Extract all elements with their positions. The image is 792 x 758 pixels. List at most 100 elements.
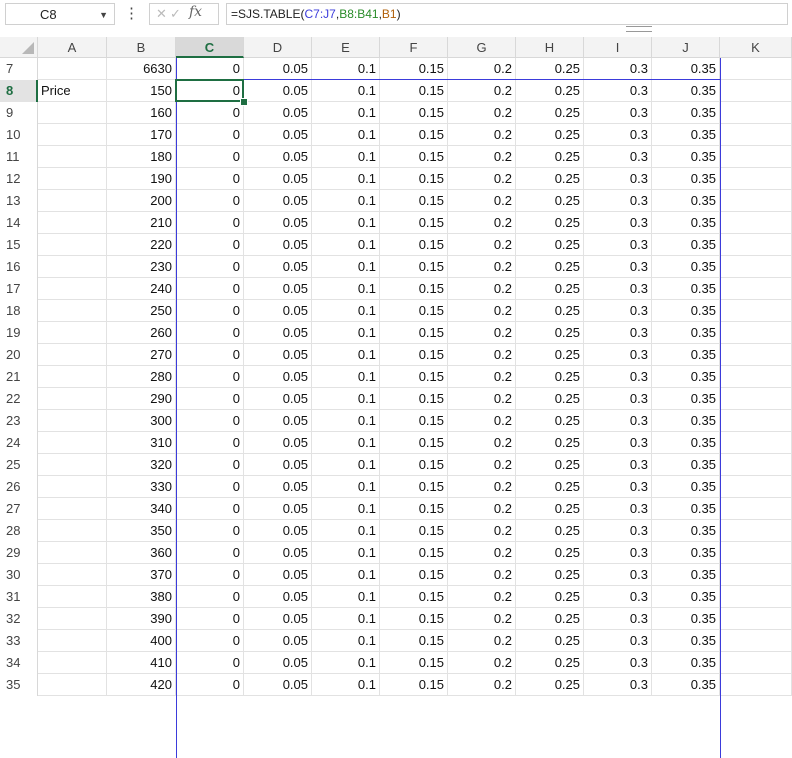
cell-e25[interactable]: 0.1 xyxy=(312,454,380,476)
cell-b35[interactable]: 420 xyxy=(107,674,176,696)
cell-d20[interactable]: 0.05 xyxy=(244,344,312,366)
cell-h29[interactable]: 0.25 xyxy=(516,542,584,564)
cell-g16[interactable]: 0.2 xyxy=(448,256,516,278)
cell-j27[interactable]: 0.35 xyxy=(652,498,720,520)
cell-d10[interactable]: 0.05 xyxy=(244,124,312,146)
cell-d17[interactable]: 0.05 xyxy=(244,278,312,300)
column-header-e[interactable]: E xyxy=(312,37,380,58)
cell-a14[interactable] xyxy=(38,212,107,234)
cell-d9[interactable]: 0.05 xyxy=(244,102,312,124)
column-header-j[interactable]: J xyxy=(652,37,720,58)
cell-h30[interactable]: 0.25 xyxy=(516,564,584,586)
cell-h16[interactable]: 0.25 xyxy=(516,256,584,278)
close-icon[interactable]: ✕ xyxy=(156,6,167,22)
cell-a33[interactable] xyxy=(38,630,107,652)
cell-k9[interactable] xyxy=(720,102,792,124)
cell-c28[interactable]: 0 xyxy=(176,520,244,542)
cell-a9[interactable] xyxy=(38,102,107,124)
cell-i8[interactable]: 0.3 xyxy=(584,80,652,102)
cell-e20[interactable]: 0.1 xyxy=(312,344,380,366)
cell-j8[interactable]: 0.35 xyxy=(652,80,720,102)
cell-i22[interactable]: 0.3 xyxy=(584,388,652,410)
cell-k31[interactable] xyxy=(720,586,792,608)
cell-g28[interactable]: 0.2 xyxy=(448,520,516,542)
fill-handle[interactable] xyxy=(240,98,248,106)
cell-e35[interactable]: 0.1 xyxy=(312,674,380,696)
row-header[interactable]: 15 xyxy=(0,234,38,256)
cell-c23[interactable]: 0 xyxy=(176,410,244,432)
cell-f8[interactable]: 0.15 xyxy=(380,80,448,102)
cell-d31[interactable]: 0.05 xyxy=(244,586,312,608)
cell-d26[interactable]: 0.05 xyxy=(244,476,312,498)
cell-i23[interactable]: 0.3 xyxy=(584,410,652,432)
cell-c16[interactable]: 0 xyxy=(176,256,244,278)
cell-g32[interactable]: 0.2 xyxy=(448,608,516,630)
cell-e24[interactable]: 0.1 xyxy=(312,432,380,454)
cell-j23[interactable]: 0.35 xyxy=(652,410,720,432)
cell-h8[interactable]: 0.25 xyxy=(516,80,584,102)
cell-b31[interactable]: 380 xyxy=(107,586,176,608)
cell-d19[interactable]: 0.05 xyxy=(244,322,312,344)
cell-i32[interactable]: 0.3 xyxy=(584,608,652,630)
cell-k15[interactable] xyxy=(720,234,792,256)
cell-j32[interactable]: 0.35 xyxy=(652,608,720,630)
cell-f35[interactable]: 0.15 xyxy=(380,674,448,696)
cell-k29[interactable] xyxy=(720,542,792,564)
cell-h10[interactable]: 0.25 xyxy=(516,124,584,146)
cell-h33[interactable]: 0.25 xyxy=(516,630,584,652)
cell-i21[interactable]: 0.3 xyxy=(584,366,652,388)
row-header[interactable]: 9 xyxy=(0,102,38,124)
cell-a8[interactable]: Price xyxy=(38,80,107,102)
cell-d8[interactable]: 0.05 xyxy=(244,80,312,102)
cell-j25[interactable]: 0.35 xyxy=(652,454,720,476)
column-header-a[interactable]: A xyxy=(38,37,107,58)
cell-k20[interactable] xyxy=(720,344,792,366)
cell-b19[interactable]: 260 xyxy=(107,322,176,344)
cell-g20[interactable]: 0.2 xyxy=(448,344,516,366)
cell-i15[interactable]: 0.3 xyxy=(584,234,652,256)
cell-e29[interactable]: 0.1 xyxy=(312,542,380,564)
cell-e13[interactable]: 0.1 xyxy=(312,190,380,212)
column-header-f[interactable]: F xyxy=(380,37,448,58)
cell-j28[interactable]: 0.35 xyxy=(652,520,720,542)
cell-i27[interactable]: 0.3 xyxy=(584,498,652,520)
cell-k13[interactable] xyxy=(720,190,792,212)
cell-a34[interactable] xyxy=(38,652,107,674)
cell-j16[interactable]: 0.35 xyxy=(652,256,720,278)
cell-i34[interactable]: 0.3 xyxy=(584,652,652,674)
cell-d15[interactable]: 0.05 xyxy=(244,234,312,256)
resize-grip-icon[interactable] xyxy=(626,26,652,32)
cell-b20[interactable]: 270 xyxy=(107,344,176,366)
cell-e26[interactable]: 0.1 xyxy=(312,476,380,498)
cell-f9[interactable]: 0.15 xyxy=(380,102,448,124)
cell-b12[interactable]: 190 xyxy=(107,168,176,190)
cell-h22[interactable]: 0.25 xyxy=(516,388,584,410)
cell-h35[interactable]: 0.25 xyxy=(516,674,584,696)
cell-f30[interactable]: 0.15 xyxy=(380,564,448,586)
cell-f14[interactable]: 0.15 xyxy=(380,212,448,234)
cell-e10[interactable]: 0.1 xyxy=(312,124,380,146)
cell-e8[interactable]: 0.1 xyxy=(312,80,380,102)
cell-c29[interactable]: 0 xyxy=(176,542,244,564)
cell-a15[interactable] xyxy=(38,234,107,256)
cell-c18[interactable]: 0 xyxy=(176,300,244,322)
cell-h9[interactable]: 0.25 xyxy=(516,102,584,124)
cell-e19[interactable]: 0.1 xyxy=(312,322,380,344)
cell-g10[interactable]: 0.2 xyxy=(448,124,516,146)
name-box[interactable]: C8 ▼ xyxy=(5,3,115,25)
cell-a24[interactable] xyxy=(38,432,107,454)
cell-k22[interactable] xyxy=(720,388,792,410)
cell-g7[interactable]: 0.2 xyxy=(448,58,516,80)
cell-c27[interactable]: 0 xyxy=(176,498,244,520)
cell-c26[interactable]: 0 xyxy=(176,476,244,498)
cell-g26[interactable]: 0.2 xyxy=(448,476,516,498)
cell-i17[interactable]: 0.3 xyxy=(584,278,652,300)
cell-g12[interactable]: 0.2 xyxy=(448,168,516,190)
cell-j22[interactable]: 0.35 xyxy=(652,388,720,410)
row-header[interactable]: 32 xyxy=(0,608,38,630)
cell-b32[interactable]: 390 xyxy=(107,608,176,630)
cell-h21[interactable]: 0.25 xyxy=(516,366,584,388)
cell-c24[interactable]: 0 xyxy=(176,432,244,454)
cell-g15[interactable]: 0.2 xyxy=(448,234,516,256)
cell-b17[interactable]: 240 xyxy=(107,278,176,300)
